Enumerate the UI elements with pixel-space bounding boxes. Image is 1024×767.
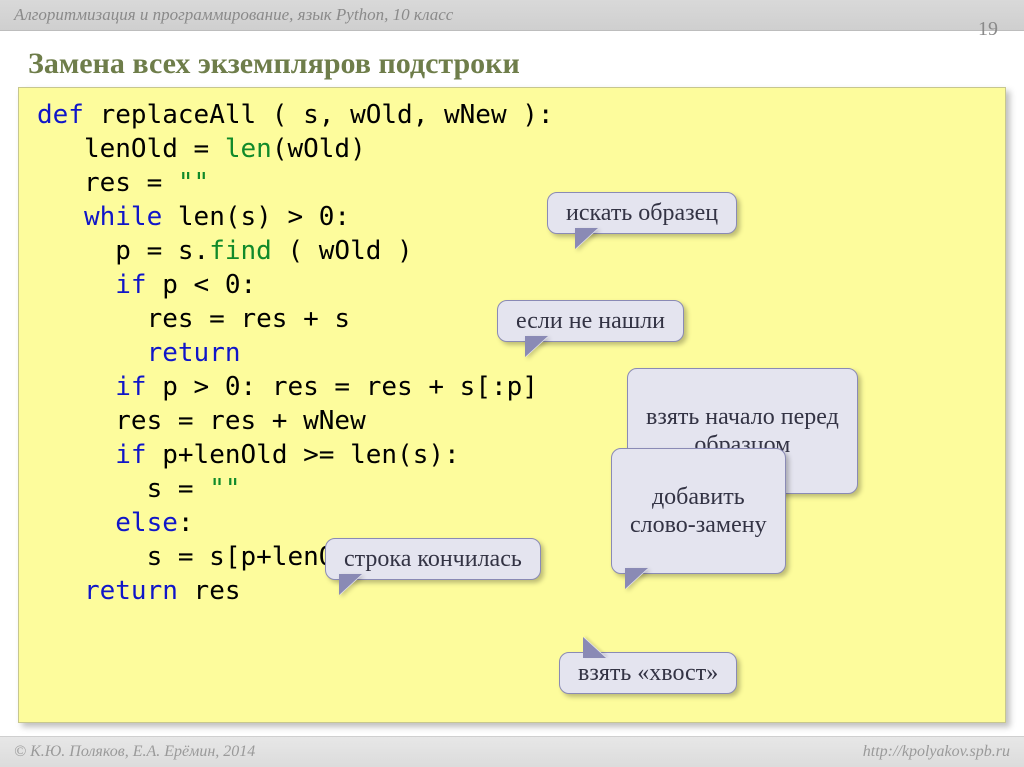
code-text: p = s. [37,236,209,266]
code-text [37,508,115,538]
footer: © К.Ю. Поляков, Е.А. Ерёмин, 2014 http:/… [0,736,1024,767]
code-text [37,576,84,606]
str-empty: "" [209,474,240,504]
callout-text: взять «хвост» [578,660,718,686]
code-text [37,270,115,300]
callout-string-ended: строка кончилась [325,538,541,580]
code-text: lenOld = [37,134,225,164]
kw-else: else [115,508,178,538]
page-title: Замена всех экземпляров подстроки [0,31,1024,87]
code-text: res = res + s [37,304,350,334]
code-text: res = res + wNew [37,406,366,436]
copyright: © К.Ю. Поляков, Е.А. Ерёмин, 2014 [14,741,255,763]
kw-return: return [147,338,241,368]
callout-tail-icon [626,569,648,589]
code-text [37,338,147,368]
callout-tail-icon [340,575,362,595]
code-text: replaceAll ( s, wOld, wNew ): [84,100,554,130]
code-block: def replaceAll ( s, wOld, wNew ): lenOld… [18,87,1006,723]
kw-return: return [84,576,178,606]
footer-link: http://kpolyakov.spb.ru [863,741,1010,763]
breadcrumb: Алгоритмизация и программирование, язык … [0,0,1024,31]
code-text: ( wOld ) [272,236,413,266]
kw-if: if [115,440,146,470]
callout-not-found: если не нашли [497,300,684,342]
callout-text: строка кончилась [344,546,522,572]
kw-if: if [115,372,146,402]
callout-add-replacement: добавить слово-замену [611,448,786,574]
callout-tail-icon [526,337,548,357]
code-text: res [178,576,241,606]
callout-search-pattern: искать образец [547,192,737,234]
page-number: 19 [978,18,998,41]
code-text: (wOld) [272,134,366,164]
callout-tail-icon [584,637,606,657]
code-text: s = [37,474,209,504]
callout-take-tail: взять «хвост» [559,652,737,694]
code-text: p > 0: res = res + s[:p] [147,372,538,402]
kw-while: while [84,202,162,232]
code-text [37,440,115,470]
code-text: len(s) > 0: [162,202,350,232]
code-text: : [178,508,194,538]
code-text: p+lenOld >= len(s): [147,440,460,470]
kw-def: def [37,100,84,130]
code-text [37,372,115,402]
callout-text: искать образец [566,200,718,226]
callout-tail-icon [576,229,598,249]
callout-text: добавить слово-замену [630,484,767,538]
str-empty: "" [178,168,209,198]
code-text: p < 0: [147,270,257,300]
kw-if: if [115,270,146,300]
code-text: res = [37,168,178,198]
callout-text: если не нашли [516,308,665,334]
code-text [37,202,84,232]
fn-len: len [225,134,272,164]
fn-find: find [209,236,272,266]
